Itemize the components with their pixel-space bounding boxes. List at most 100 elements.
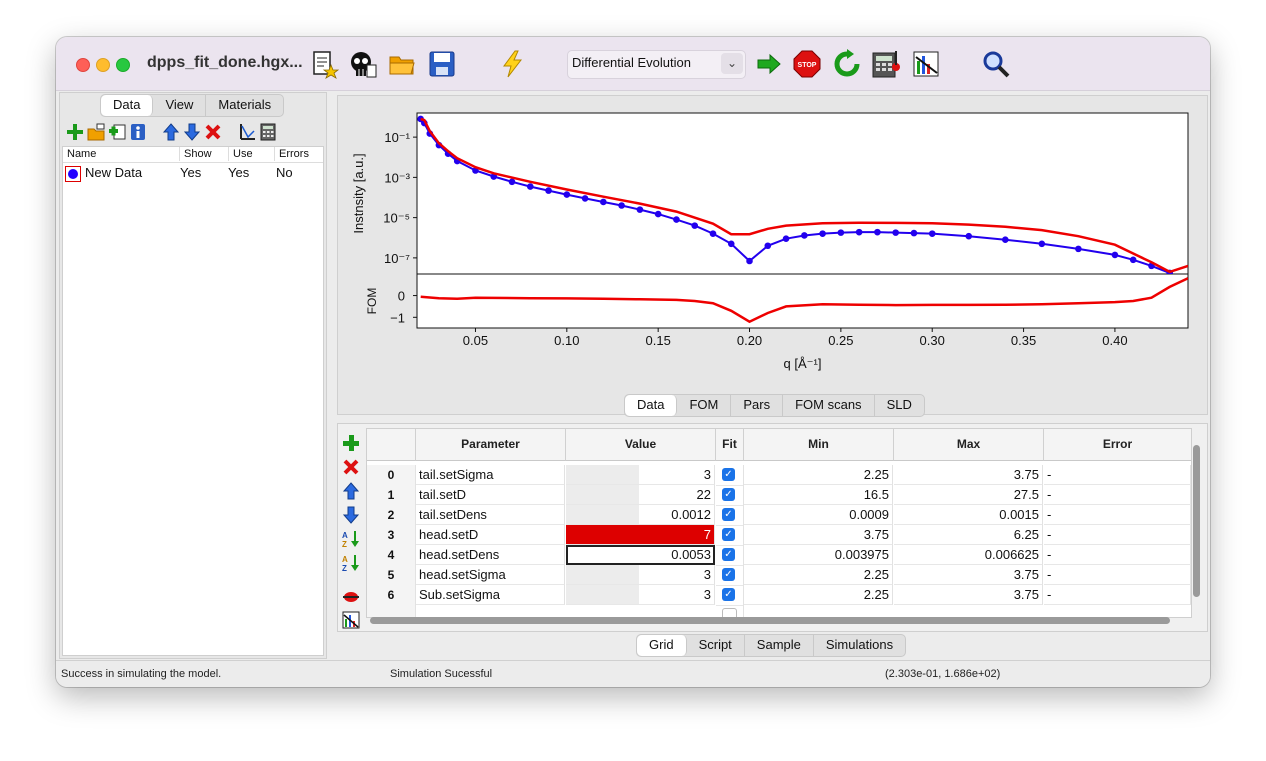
column-header-max[interactable]: Max [894, 429, 1044, 461]
fit-checkbox-cell[interactable]: ✓ [716, 485, 744, 506]
parameter-name-cell[interactable]: tail.setDens [416, 505, 565, 525]
parameter-max-cell[interactable]: 3.75 [894, 465, 1043, 485]
parameter-min-cell[interactable]: 2.25 [744, 585, 893, 605]
data-calc-icon[interactable] [108, 123, 126, 141]
fit-checkbox-cell[interactable]: ✓ [716, 565, 744, 586]
horizontal-scrollbar[interactable] [370, 617, 1170, 624]
add-parameter-icon[interactable] [341, 433, 361, 453]
move-parameter-up-icon[interactable] [341, 481, 361, 501]
table-row[interactable]: 5 head.setSigma 3 ✓ 2.25 3.75- [367, 565, 1191, 586]
fit-checkbox[interactable]: ✓ [722, 508, 735, 521]
parameter-value-cell[interactable]: 3 [566, 565, 715, 585]
skull-sim-icon[interactable] [347, 49, 377, 79]
tab-view[interactable]: View [153, 95, 207, 116]
parameter-max-cell[interactable]: 6.25 [894, 525, 1043, 545]
parameter-value-cell[interactable]: 3 [566, 585, 715, 605]
fit-checkbox-cell[interactable]: ✓ [716, 465, 744, 486]
column-header-name[interactable]: Name [63, 147, 180, 161]
tab-plot-fom[interactable]: FOM [677, 395, 732, 416]
fit-checkbox-cell[interactable]: ✓ [716, 585, 744, 606]
parameter-min-cell[interactable]: 2.25 [744, 565, 893, 585]
fit-checkbox-cell[interactable]: ✓ [716, 505, 744, 526]
parameter-name-cell[interactable]: tail.setD [416, 485, 565, 505]
maximize-window-button[interactable] [116, 58, 130, 72]
tab-grid[interactable]: Grid [637, 635, 687, 656]
parameter-name-cell[interactable]: Sub.setSigma [416, 585, 565, 605]
tab-sample[interactable]: Sample [745, 635, 814, 656]
column-header-fit[interactable]: Fit [716, 429, 744, 461]
table-row[interactable]: 2 tail.setDens 0.0012 ✓ 0.0009 0.0015- [367, 505, 1191, 526]
parameter-error-cell[interactable]: - [1044, 545, 1191, 565]
delete-data-icon[interactable] [204, 123, 222, 141]
table-row[interactable]: 4 head.setDens 0.0053 ✓ 0.003975 0.006625- [367, 545, 1191, 566]
start-fit-icon[interactable] [754, 49, 784, 79]
parameter-value-cell[interactable]: 0.0053 [566, 545, 715, 565]
parameter-max-cell[interactable]: 3.75 [894, 565, 1043, 585]
parameter-value-cell[interactable]: 22 [566, 485, 715, 505]
list-item[interactable]: New Data Yes Yes No [65, 164, 321, 184]
fit-checkbox[interactable]: ✓ [722, 528, 735, 541]
move-parameter-down-icon[interactable] [341, 505, 361, 525]
reflectivity-plot[interactable]: 0.05 0.10 0.15 0.20 0.25 0.30 0.35 0.40 q [Å⁻¹] 1… [338, 96, 1207, 386]
column-header-error[interactable]: Error [1044, 429, 1191, 461]
column-header-errors[interactable]: Errors [275, 147, 323, 161]
calculator-small-icon[interactable] [259, 123, 277, 141]
algorithm-select[interactable]: Differential Evolution ⌄ [567, 50, 746, 79]
parameter-min-cell[interactable]: 16.5 [744, 485, 893, 505]
sort-az-icon[interactable]: AZ [341, 529, 361, 549]
sort-za-icon[interactable]: AZ [341, 553, 361, 573]
column-header-parameter[interactable]: Parameter [416, 429, 566, 461]
fit-checkbox[interactable]: ✓ [722, 468, 735, 481]
grid-corner[interactable] [367, 429, 416, 461]
parameter-value-cell[interactable]: 7 [566, 525, 715, 545]
parameter-max-cell[interactable]: 0.006625 [894, 545, 1043, 565]
tab-plot-sld[interactable]: SLD [875, 395, 924, 416]
add-data-icon[interactable] [66, 123, 84, 141]
stop-icon[interactable]: STOP [792, 49, 822, 79]
parameter-min-cell[interactable]: 2.25 [744, 465, 893, 485]
tab-script[interactable]: Script [687, 635, 745, 656]
parameter-name-cell[interactable]: head.setSigma [416, 565, 565, 585]
column-header-show[interactable]: Show [180, 147, 229, 161]
refresh-icon[interactable] [832, 49, 862, 79]
parameter-error-cell[interactable]: - [1044, 525, 1191, 545]
save-icon[interactable] [427, 49, 457, 79]
data-errors-cell[interactable]: No [276, 165, 293, 180]
row-index-cell[interactable]: 3 [367, 525, 416, 546]
tab-data[interactable]: Data [101, 95, 154, 116]
tab-materials[interactable]: Materials [206, 95, 283, 116]
parameter-name-cell[interactable]: tail.setSigma [416, 465, 565, 485]
import-data-icon[interactable] [87, 123, 105, 141]
vertical-scrollbar[interactable] [1193, 445, 1200, 597]
fit-checkbox[interactable]: ✓ [722, 588, 735, 601]
row-index-cell[interactable]: 0 [367, 465, 416, 486]
table-row[interactable]: 1 tail.setD 22 ✓ 16.5 27.5- [367, 485, 1191, 506]
chevron-down-icon[interactable]: ⌄ [721, 53, 743, 74]
calculator-icon[interactable] [871, 49, 901, 79]
move-up-icon[interactable] [162, 123, 180, 141]
parameter-name-cell[interactable]: head.setD [416, 525, 565, 545]
table-row[interactable]: 3 head.setD 7 ✓ 3.75 6.25- [367, 525, 1191, 546]
parameter-value-cell[interactable]: 3 [566, 465, 715, 485]
column-header-value[interactable]: Value [566, 429, 716, 461]
fit-checkbox[interactable]: ✓ [722, 488, 735, 501]
fit-checkbox[interactable]: ✓ [722, 548, 735, 561]
info-icon[interactable] [129, 123, 147, 141]
table-row[interactable]: 6 Sub.setSigma 3 ✓ 2.25 3.75- [367, 585, 1191, 606]
tab-plot-data[interactable]: Data [625, 395, 678, 416]
fit-checkbox-cell[interactable]: ✓ [716, 545, 744, 566]
parameter-name-cell[interactable]: head.setDens [416, 545, 565, 565]
parameter-min-cell[interactable]: 0.003975 [744, 545, 893, 565]
row-index-cell[interactable]: 2 [367, 505, 416, 526]
table-row[interactable]: 0 tail.setSigma 3 ✓ 2.25 3.75- [367, 465, 1191, 486]
fit-checkbox-cell[interactable]: ✓ [716, 525, 744, 546]
data-color-swatch[interactable] [65, 166, 81, 182]
row-index-cell[interactable]: 1 [367, 485, 416, 506]
parameter-chart-icon[interactable] [341, 610, 361, 630]
data-show-cell[interactable]: Yes [180, 165, 201, 180]
scan-parameter-icon[interactable] [341, 586, 361, 606]
parameter-max-cell[interactable]: 27.5 [894, 485, 1043, 505]
tab-simulations[interactable]: Simulations [814, 635, 905, 656]
parameter-value-cell[interactable]: 0.0012 [566, 505, 715, 525]
move-down-icon[interactable] [183, 123, 201, 141]
